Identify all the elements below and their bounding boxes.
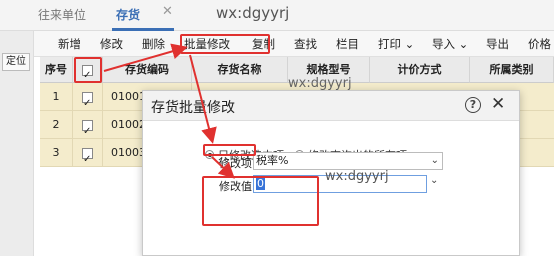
add-button[interactable]: 新增 [58,36,81,52]
row-checkbox-cell[interactable] [73,139,103,174]
close-icon[interactable]: ✕ [162,4,173,19]
row-checkbox-cell[interactable] [73,83,103,118]
tab-inventory[interactable]: 存货 [116,6,140,23]
edit-button[interactable]: 修改 [100,36,123,52]
watermark-text: wx:dgyyrj [216,4,290,22]
delete-button[interactable]: 删除 [142,36,165,52]
highlight-radio [203,144,256,156]
column-header-seq: 序号 [40,57,73,83]
row-seq: 2 [40,111,73,139]
batch-edit-dialog: 存货批量修改 ? ✕ 只修改选中项 修改查询出的所有项 修改项 税率% ⌄ 修改… [142,90,520,256]
field-item-label: 修改项 [219,157,252,170]
print-menu-button[interactable]: 打印 ⌄ [378,36,414,52]
tab-bar: 往来单位 存货 ✕ wx:dgyyrj [0,0,554,31]
chevron-down-icon[interactable]: ⌄ [431,153,439,169]
highlight-fields [202,176,319,226]
row-checkbox[interactable] [82,118,93,146]
row-checkbox-cell[interactable] [73,111,103,146]
dialog-title: 存货批量修改 [151,100,235,116]
dialog-header: 存货批量修改 ? ✕ [143,91,519,121]
highlight-select-all [74,57,102,83]
field-item-select[interactable]: 税率% ⌄ [253,152,443,170]
locate-button[interactable]: 定位 [2,53,30,71]
row-seq: 3 [40,139,73,167]
tab-contacts[interactable]: 往来单位 [38,6,86,23]
find-button[interactable]: 查找 [294,36,317,52]
left-panel: 定位 [0,31,34,256]
close-icon[interactable]: ✕ [491,94,505,114]
column-header-name[interactable]: 存货名称 [192,57,288,83]
column-header-pricing[interactable]: 计价方式 [370,57,470,83]
row-seq: 1 [40,83,73,111]
price-button[interactable]: 价格 [528,36,551,52]
row-checkbox[interactable] [82,146,93,174]
chevron-down-icon[interactable]: ⌄ [430,175,438,186]
columns-button[interactable]: 栏目 [336,36,359,52]
watermark-text: wx:dgyyrj [288,76,352,91]
column-header-code[interactable]: 存货编码 [103,57,192,83]
toolbar: 新增 修改 删除 批量修改 复制 查找 栏目 打印 ⌄ 导入 ⌄ 导出 价格 [34,31,554,57]
help-icon[interactable]: ? [465,97,481,113]
watermark-text: wx:dgyyrj [325,169,389,184]
highlight-batch-edit [180,34,270,54]
row-checkbox[interactable] [82,90,93,118]
field-item-value: 税率% [256,154,289,167]
export-button[interactable]: 导出 [486,36,509,52]
import-menu-button[interactable]: 导入 ⌄ [432,36,468,52]
column-header-category[interactable]: 所属类别 [470,57,554,83]
